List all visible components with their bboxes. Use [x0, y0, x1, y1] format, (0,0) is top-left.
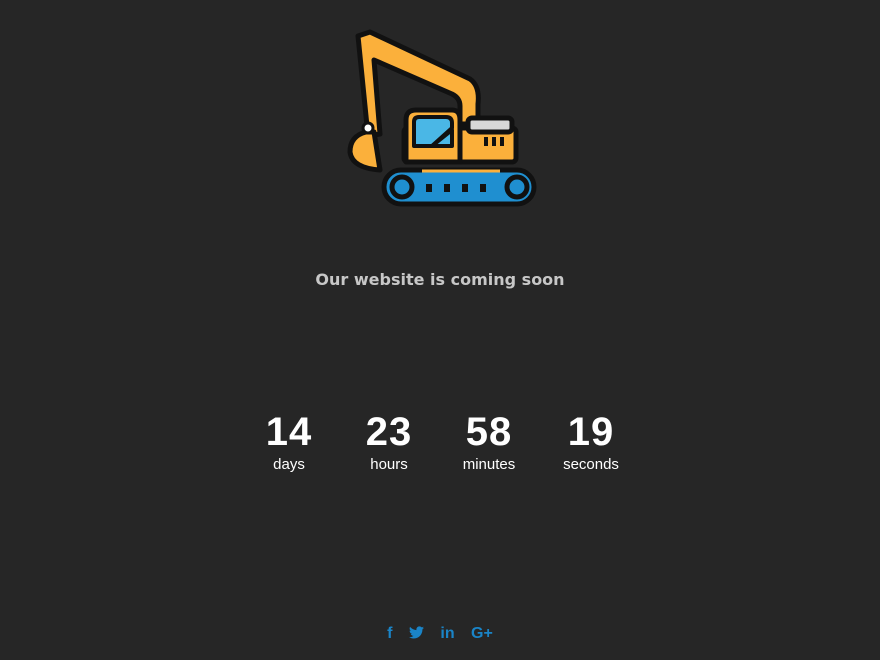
countdown-seconds-label: seconds	[563, 456, 619, 473]
countdown-hours: 23 hours	[344, 410, 434, 474]
coming-soon-heading: Our website is coming soon	[315, 270, 565, 289]
social-links: f in G+	[0, 622, 880, 646]
countdown-hours-value: 23	[365, 410, 413, 454]
countdown-minutes: 58 minutes	[444, 410, 534, 474]
countdown-hours-label: hours	[370, 456, 408, 473]
countdown-days-value: 14	[265, 410, 313, 454]
countdown-timer: 14 days 23 hours 58 minutes 19 seconds	[0, 410, 880, 480]
countdown-days-label: days	[273, 456, 305, 473]
countdown-days: 14 days	[244, 410, 334, 474]
excavator-logo	[347, 29, 537, 207]
twitter-icon[interactable]	[408, 622, 424, 646]
linkedin-icon[interactable]: in	[440, 622, 454, 646]
countdown-seconds-value: 19	[567, 410, 615, 454]
google-plus-icon[interactable]: G+	[471, 622, 493, 646]
countdown-seconds: 19 seconds	[546, 410, 636, 474]
facebook-icon[interactable]: f	[387, 622, 392, 646]
countdown-minutes-label: minutes	[462, 456, 516, 473]
countdown-minutes-value: 58	[465, 410, 513, 454]
